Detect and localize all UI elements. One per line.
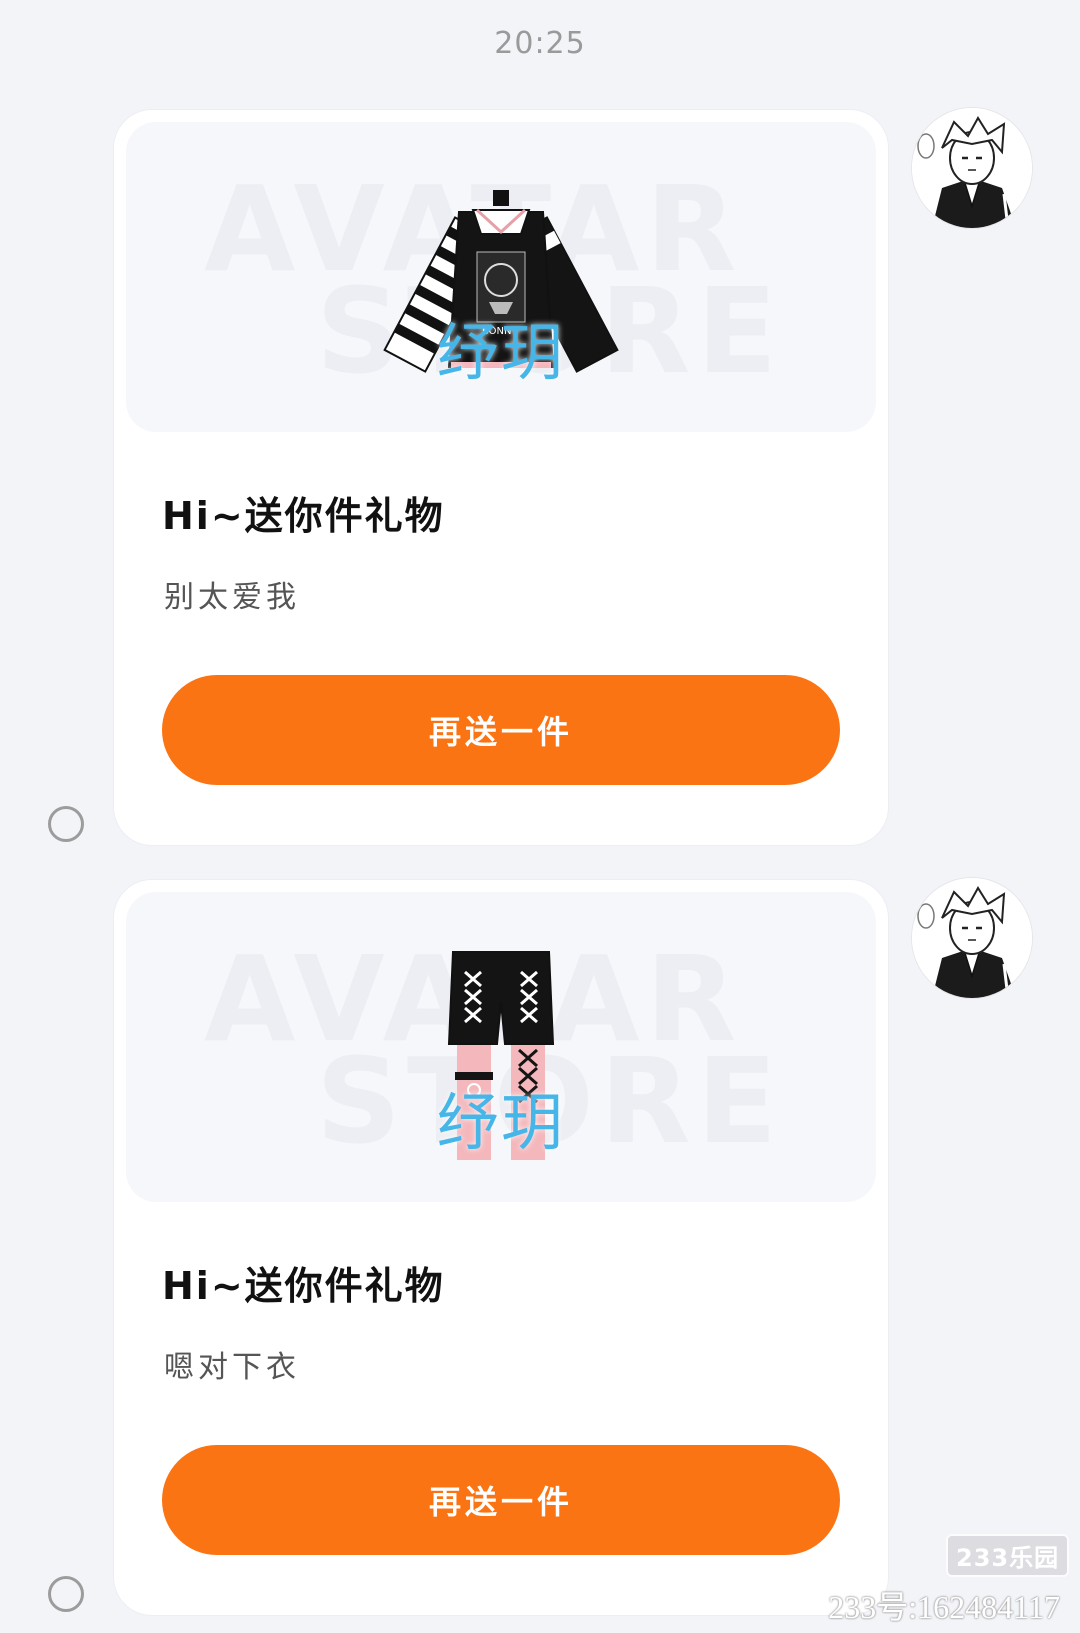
message-select-radio[interactable]	[48, 1576, 84, 1612]
sender-avatar[interactable]	[912, 878, 1032, 998]
sender-avatar[interactable]	[912, 108, 1032, 228]
gift-card[interactable]: AVATAR STORE 纾玥 Hi~送你件礼物 嗯对下衣 再送一件	[114, 880, 888, 1615]
gift-item-preview[interactable]: AVATAR STORE 纾玥	[126, 892, 876, 1202]
seller-stamp: 纾玥	[436, 316, 565, 389]
site-watermark-id: 233号:162484117	[828, 1589, 1060, 1625]
seller-stamp: 纾玥	[436, 1086, 565, 1159]
message-timestamp: 20:25	[494, 26, 586, 61]
site-watermark-badge: 233乐园	[946, 1534, 1070, 1577]
gift-item-preview[interactable]: AVATAR STORE ∞	[126, 122, 876, 432]
gift-message: 嗯对下衣	[164, 1350, 300, 1385]
send-another-button[interactable]: 再送一件	[162, 675, 840, 785]
gift-title: Hi~送你件礼物	[162, 1264, 445, 1308]
gift-title: Hi~送你件礼物	[162, 494, 445, 538]
message-select-radio[interactable]	[48, 806, 84, 842]
send-another-button[interactable]: 再送一件	[162, 1445, 840, 1555]
gift-card[interactable]: AVATAR STORE ∞	[114, 110, 888, 845]
gift-message: 别太爱我	[164, 580, 300, 615]
